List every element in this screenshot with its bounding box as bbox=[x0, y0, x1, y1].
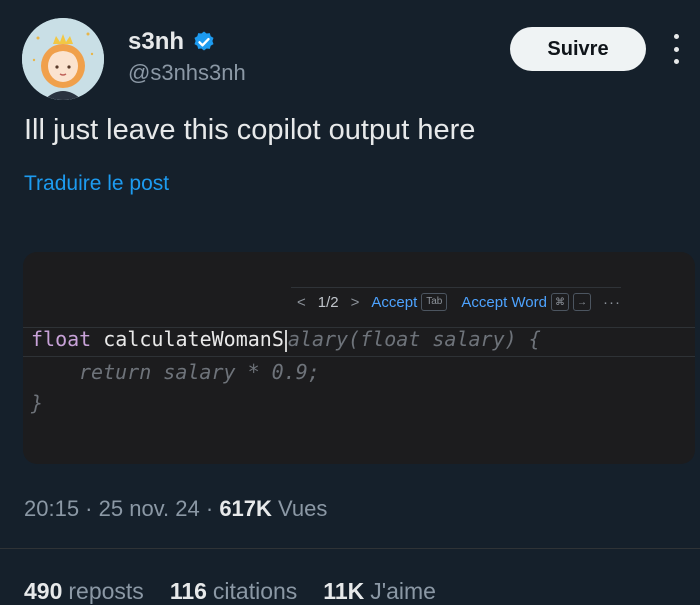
post-meta: 20:15 · 25 nov. 24 · 617K Vues bbox=[24, 496, 328, 521]
engagement-stats: 490 reposts 116 citations 11K J'aime bbox=[24, 578, 436, 605]
translate-post-link[interactable]: Traduire le post bbox=[24, 172, 169, 196]
chevron-right-icon: > bbox=[350, 293, 360, 311]
verified-badge-icon bbox=[194, 31, 214, 51]
user-handle[interactable]: @s3nhs3nh bbox=[128, 60, 246, 86]
post-time[interactable]: 20:15 bbox=[24, 496, 79, 521]
tab-key-hint: Tab bbox=[421, 293, 448, 311]
likes-count: 11K bbox=[323, 578, 365, 604]
copilot-suggestion-bar: < 1/2 > Accept Tab Accept Word ⌘ → ··· bbox=[291, 287, 621, 316]
views-label: Vues bbox=[278, 496, 328, 521]
tweet-text: Ill just leave this copilot output here bbox=[24, 114, 476, 146]
reposts-label: reposts bbox=[68, 578, 144, 604]
follow-button[interactable]: Suivre bbox=[510, 27, 646, 71]
command-key-icon: ⌘ bbox=[550, 293, 569, 311]
code-screenshot[interactable]: < 1/2 > Accept Tab Accept Word ⌘ → ··· f… bbox=[23, 252, 695, 464]
views-count: 617K bbox=[219, 496, 272, 521]
accept-label: Accept bbox=[371, 293, 418, 311]
post-date[interactable]: 25 nov. 24 bbox=[99, 496, 200, 521]
quotes-label: citations bbox=[212, 578, 298, 604]
likes-label: J'aime bbox=[370, 578, 436, 604]
dot bbox=[673, 34, 679, 39]
more-options-icon: ··· bbox=[602, 293, 621, 311]
dot bbox=[673, 46, 679, 52]
quotes-count: 116 bbox=[169, 578, 207, 604]
quotes-stat[interactable]: 116 citations bbox=[170, 578, 297, 605]
author-name-row: s3nh bbox=[128, 28, 216, 56]
reposts-count: 490 bbox=[24, 578, 63, 604]
reposts-stat[interactable]: 490 reposts bbox=[24, 578, 144, 605]
code-line-2: return salary * 0.9; bbox=[79, 360, 320, 384]
divider bbox=[0, 548, 700, 549]
chevron-left-icon: < bbox=[297, 293, 306, 311]
more-vertical-icon[interactable] bbox=[666, 34, 686, 64]
dot bbox=[673, 59, 679, 64]
code-keyword: float bbox=[31, 327, 92, 351]
suggestion-counter: 1/2 bbox=[317, 293, 339, 311]
code-line-3: } bbox=[31, 391, 44, 415]
arrow-right-key-icon: → bbox=[572, 293, 591, 311]
code-ghost-suggestion: alary(float salary) { bbox=[287, 327, 541, 351]
accept-word-label: Accept Word bbox=[461, 293, 547, 311]
code-typed-text: calculateWomanS bbox=[103, 327, 284, 351]
avatar[interactable] bbox=[22, 18, 104, 100]
avatar-illustration bbox=[22, 18, 104, 100]
display-name[interactable]: s3nh bbox=[128, 28, 184, 56]
text-cursor bbox=[284, 329, 287, 352]
likes-stat[interactable]: 11K J'aime bbox=[323, 578, 436, 605]
code-line-1: float calculateWomanS alary(float salary)… bbox=[31, 327, 541, 352]
